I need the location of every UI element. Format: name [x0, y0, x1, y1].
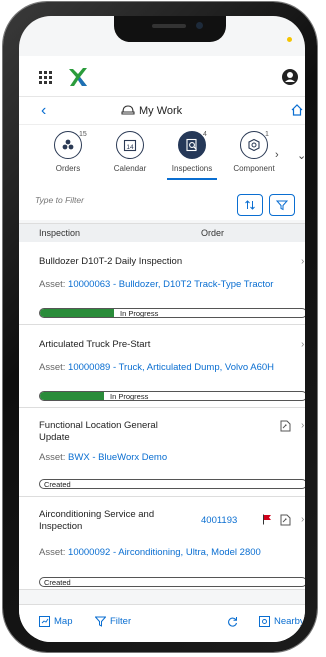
filter-bar	[19, 188, 305, 220]
item-title: Articulated Truck Pre-Start	[39, 339, 151, 350]
speaker	[152, 24, 186, 28]
cube-cluster-icon	[54, 131, 82, 159]
asset-label: Asset:	[39, 362, 66, 373]
item-title-line2: Inspection	[39, 521, 83, 532]
asset-link[interactable]: 10000089 - Truck, Articulated Dump, Volv…	[68, 362, 274, 373]
tab-label: Inspections	[171, 164, 213, 173]
item-title: Airconditioning Service and Inspection	[39, 509, 154, 533]
status-bar: Created	[39, 479, 305, 489]
list-item[interactable]: Articulated Truck Pre-Start › Asset: 100…	[19, 325, 305, 408]
filter-toolbar-button[interactable]: Filter	[95, 616, 131, 627]
asset-link[interactable]: 10000092 - Airconditioning, Ultra, Model…	[68, 547, 261, 558]
progress-fill	[40, 392, 104, 400]
flag-icon	[263, 514, 271, 525]
home-icon[interactable]	[290, 103, 304, 117]
list-item[interactable]: Bulldozer D10T-2 Daily Inspection › Asse…	[19, 242, 305, 325]
active-tab-indicator	[167, 178, 217, 180]
status-text: Created	[44, 578, 71, 587]
hardhat-icon	[121, 105, 135, 115]
asset-label: Asset:	[39, 279, 66, 290]
chevron-right-icon: ›	[301, 420, 305, 431]
document-icon[interactable]	[280, 420, 291, 432]
nearby-button[interactable]: Nearby	[259, 616, 305, 627]
user-profile-icon[interactable]	[281, 68, 299, 86]
calendar-icon: 14	[116, 131, 144, 159]
sort-button[interactable]	[237, 194, 263, 216]
tab-inspections[interactable]: 4 Inspections	[161, 131, 223, 180]
progress-fill	[40, 309, 115, 317]
app-logo-icon	[69, 68, 87, 86]
calendar-day: 14	[126, 144, 134, 151]
tab-badge: 4	[203, 131, 207, 138]
column-inspection: Inspection	[39, 228, 81, 238]
device-notch	[114, 16, 226, 42]
bottom-toolbar: Map Filter Nearby	[19, 604, 305, 642]
asset-link[interactable]: 10000063 - Bulldozer, D10T2 Track-Type T…	[68, 279, 273, 290]
list-item[interactable]: Functional Location General Update › Ass…	[19, 408, 305, 497]
progress-bar: In Progress	[39, 308, 305, 318]
funnel-icon	[95, 616, 106, 627]
asset-label: Asset:	[39, 452, 66, 463]
document-icon[interactable]	[280, 514, 291, 526]
app-screen: ‹ My Work 15 Orders 14 Calendar 4 Inspec…	[19, 16, 305, 642]
status-text: In Progress	[120, 309, 159, 318]
item-title-line2: Update	[39, 432, 70, 443]
item-title-line1: Airconditioning Service and	[39, 509, 155, 520]
list-item[interactable]: Airconditioning Service and Inspection 4…	[19, 497, 305, 590]
column-order: Order	[201, 228, 225, 238]
item-asset: Asset: 10000089 - Truck, Articulated Dum…	[39, 362, 274, 373]
tab-badge: 15	[79, 131, 87, 138]
column-header: Inspection Order	[19, 223, 305, 243]
chevron-down-icon[interactable]: ⌄	[297, 149, 305, 162]
order-number[interactable]: 4001193	[201, 515, 237, 526]
scroll-right-icon[interactable]: ›	[275, 149, 279, 161]
asset-label: Asset:	[39, 547, 66, 558]
refresh-icon	[228, 617, 238, 627]
chevron-right-icon: ›	[301, 339, 305, 350]
sort-icon	[245, 200, 255, 210]
item-title: Functional Location General Update	[39, 420, 158, 444]
item-asset: Asset: BWX - BlueWorx Demo	[39, 452, 167, 463]
status-bar: Created	[39, 577, 305, 587]
chevron-right-icon: ›	[301, 514, 305, 525]
refresh-button[interactable]	[227, 616, 238, 627]
back-arrow-icon[interactable]: ‹	[41, 103, 46, 119]
tab-strip: 15 Orders 14 Calendar 4 Inspections 1 Co…	[19, 124, 305, 190]
map-button[interactable]: Map	[39, 616, 72, 627]
chevron-right-icon: ›	[301, 256, 305, 267]
item-asset: Asset: 10000092 - Airconditioning, Ultra…	[39, 547, 261, 558]
tab-label: Component	[233, 164, 275, 173]
item-asset: Asset: 10000063 - Bulldozer, D10T2 Track…	[39, 279, 273, 290]
page-title: My Work	[139, 105, 183, 117]
nearby-label: Nearby	[274, 616, 305, 627]
status-indicator	[287, 37, 292, 42]
shell-bar	[19, 56, 305, 96]
map-label: Map	[54, 616, 73, 627]
phone-frame: ‹ My Work 15 Orders 14 Calendar 4 Inspec…	[3, 2, 317, 652]
tab-orders[interactable]: 15 Orders	[37, 131, 99, 173]
tab-calendar[interactable]: 14 Calendar	[99, 131, 161, 173]
asset-link[interactable]: BWX - BlueWorx Demo	[68, 452, 167, 463]
tab-badge: 1	[265, 131, 269, 138]
inspection-icon	[178, 131, 206, 159]
tab-label: Calendar	[113, 164, 147, 173]
filter-label: Filter	[110, 616, 132, 627]
item-title: Bulldozer D10T-2 Daily Inspection	[39, 256, 183, 267]
tab-label: Orders	[55, 164, 81, 173]
funnel-icon	[276, 200, 288, 211]
progress-bar: In Progress	[39, 391, 305, 401]
filter-input[interactable]	[35, 195, 185, 205]
app-grid-icon[interactable]	[39, 71, 52, 84]
map-icon	[39, 616, 50, 627]
nav-bar: ‹ My Work	[19, 96, 305, 125]
component-icon	[240, 131, 268, 159]
nearby-icon	[259, 616, 270, 627]
filter-button[interactable]	[269, 194, 295, 216]
status-text: Created	[44, 480, 71, 489]
front-camera	[196, 22, 203, 29]
status-text: In Progress	[110, 392, 149, 401]
item-title-line1: Functional Location General	[39, 420, 158, 431]
